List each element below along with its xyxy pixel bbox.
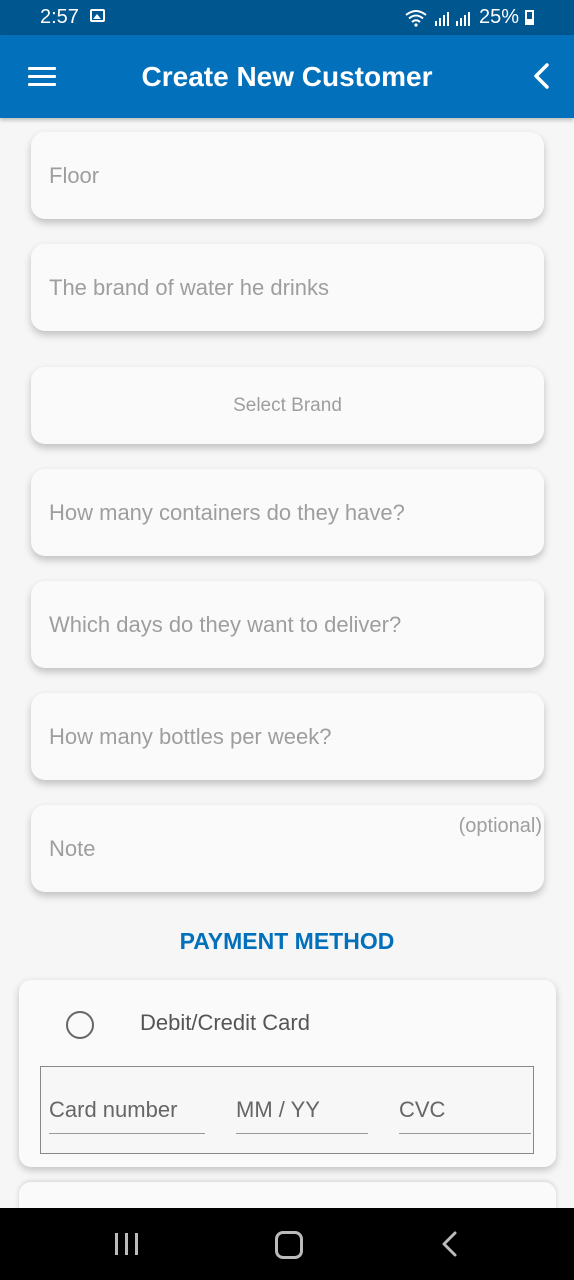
back-nav-icon[interactable] <box>438 1230 462 1258</box>
card-radio-button[interactable] <box>66 1011 94 1039</box>
select-brand-dropdown[interactable]: Select Brand <box>31 367 544 444</box>
signal-icon <box>434 11 470 26</box>
card-number-input[interactable]: Card number <box>49 1097 205 1134</box>
card-option-label[interactable]: Debit/Credit Card <box>140 1010 310 1036</box>
note-placeholder: Note <box>49 835 96 861</box>
battery-icon <box>525 10 534 25</box>
payment-method-heading: PAYMENT METHOD <box>179 928 395 954</box>
card-input-box: Card number MM / YY CVC <box>40 1066 534 1154</box>
select-brand-label: Select Brand <box>233 394 342 416</box>
expiry-input[interactable]: MM / YY <box>236 1097 368 1134</box>
wifi-icon <box>405 9 427 27</box>
water-brand-placeholder: The brand of water he drinks <box>49 274 330 300</box>
containers-placeholder: How many containers do they have? <box>49 499 405 525</box>
system-nav-bar <box>0 1208 574 1280</box>
home-icon[interactable] <box>275 1231 303 1259</box>
recents-icon[interactable] <box>115 1233 139 1255</box>
water-brand-field[interactable]: The brand of water he drinks <box>31 244 544 331</box>
image-icon <box>90 9 105 22</box>
app-bar: Create New Customer <box>0 35 574 118</box>
delivery-days-placeholder: Which days do they want to deliver? <box>49 611 402 637</box>
page-title: Create New Customer <box>141 61 433 92</box>
note-field[interactable]: (optional) Note <box>31 805 544 892</box>
payment-option-card: Debit/Credit Card Card number MM / YY CV… <box>19 980 556 1167</box>
chevron-left-icon[interactable] <box>528 62 556 90</box>
bottles-per-week-placeholder: How many bottles per week? <box>49 723 332 749</box>
payment-option-card-next[interactable] <box>19 1182 556 1208</box>
containers-field[interactable]: How many containers do they have? <box>31 469 544 556</box>
cvc-input[interactable]: CVC <box>399 1097 531 1134</box>
form-scroll-area[interactable]: Floor The brand of water he drinks Selec… <box>0 118 574 1208</box>
status-time: 2:57 <box>40 6 79 28</box>
note-optional-label: (optional) <box>458 815 542 837</box>
bottles-per-week-field[interactable]: How many bottles per week? <box>31 693 544 780</box>
delivery-days-field[interactable]: Which days do they want to deliver? <box>31 581 544 668</box>
status-indicators: 25% <box>405 6 534 29</box>
floor-field[interactable]: Floor <box>31 132 544 219</box>
floor-placeholder: Floor <box>49 162 100 188</box>
battery-percent: 25% <box>478 6 519 28</box>
status-bar: 2:57 25% <box>0 0 574 35</box>
